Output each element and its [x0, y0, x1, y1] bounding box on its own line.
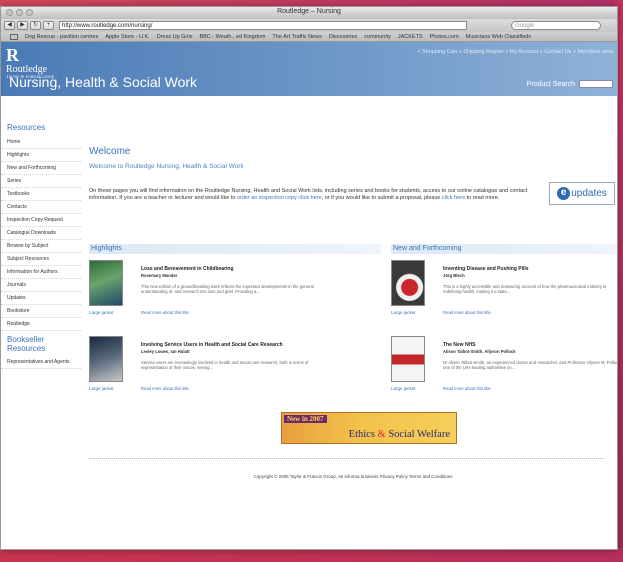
book-description: This is a highly accessible and reassuri… — [443, 284, 607, 294]
bookmark-item[interactable]: Dress Up Girls — [157, 34, 193, 40]
sidebar-item[interactable]: Routledge — [1, 318, 81, 331]
book-author: Lesley Lowes, Ian Hulatt — [141, 349, 190, 354]
inspection-copy-link[interactable]: order an inspection copy click here — [237, 195, 322, 201]
sidebar-heading: Resources — [7, 123, 46, 132]
book-cover-image[interactable] — [391, 336, 425, 382]
bookmark-item[interactable]: community — [364, 34, 391, 40]
main-content: Welcome Welcome to Routledge Nursing, He… — [89, 110, 617, 549]
bookmark-item[interactable]: BBC - Weath.. ed Kingdom — [199, 34, 265, 40]
product-search-label: Product Search — [526, 80, 575, 88]
book-title[interactable]: Inventing Disease and Pushing Pills — [443, 266, 529, 272]
large-jacket-link[interactable]: Large jacket — [391, 386, 416, 391]
book-description: This new edition of a groundbreaking wor… — [141, 284, 314, 294]
sidebar-item[interactable]: Journals — [1, 279, 81, 292]
sidebar-item[interactable]: Information for Authors — [1, 266, 81, 279]
sidebar-item[interactable]: Inspection Copy Request — [1, 214, 81, 227]
sidebar-item[interactable]: Highlights — [1, 149, 81, 162]
sidebar: Resources Home Highlights New and Forthc… — [1, 110, 81, 549]
browser-toolbar: ◀ ▶ ↻ + http://www.routledge.com/nursing… — [1, 19, 617, 32]
sidebar-item[interactable]: Updates — [1, 292, 81, 305]
reload-icon[interactable]: ↻ — [30, 21, 41, 30]
eupdates-button[interactable]: e updates — [549, 182, 615, 205]
bookmarks-bar: Dog Rescue - pavilion centres Apple Stor… — [1, 32, 617, 42]
sidebar-heading-bookseller: Bookseller Resources — [7, 335, 46, 353]
read-more-link[interactable]: Read more about this title — [443, 310, 491, 315]
book-author: Jörg Blech — [443, 273, 465, 278]
bookmark-item[interactable]: Musicians Web Classifieds — [466, 34, 531, 40]
read-more-link[interactable]: Read more about this title — [443, 386, 491, 391]
read-more-link[interactable]: Read more about this title — [141, 386, 189, 391]
book-cover-image[interactable] — [89, 336, 123, 382]
sidebar-item[interactable]: Contacts — [1, 201, 81, 214]
new-forthcoming-book: Large jacket The New NHS Alison Talbot-S… — [391, 336, 618, 396]
sidebar-item[interactable]: New and Forthcoming — [1, 162, 81, 175]
sidebar-item[interactable]: Subject Resources — [1, 253, 81, 266]
back-icon[interactable]: ◀ — [4, 21, 15, 30]
highlight-book: Large jacket Involving Service Users in … — [89, 336, 379, 396]
book-author: Rosemary Mander — [141, 273, 178, 278]
sidebar-item[interactable]: Browse by Subject — [1, 240, 81, 253]
book-title[interactable]: Loss and Bereavement in Childbearing — [141, 266, 234, 272]
book-cover-image[interactable] — [89, 260, 123, 306]
bookmarks-book-icon[interactable] — [10, 33, 18, 40]
proposal-link[interactable]: click here — [442, 195, 465, 201]
routledge-r-icon: R — [6, 45, 19, 65]
new-forthcoming-book: Large jacket Inventing Disease and Pushi… — [391, 260, 617, 320]
title-bar[interactable]: Routledge – Nursing — [1, 7, 617, 19]
large-jacket-link[interactable]: Large jacket — [89, 310, 114, 315]
large-jacket-link[interactable]: Large jacket — [391, 310, 416, 315]
book-author: Alison Talbot-Smith, Allyson Pollock — [443, 349, 516, 354]
new-in-2007-tag: New in 2007 — [284, 415, 327, 423]
book-description: Service users are increasingly involved … — [141, 360, 309, 370]
product-search: Product Search — [527, 80, 613, 88]
forward-icon[interactable]: ▶ — [17, 21, 28, 30]
browser-window: Routledge – Nursing ◀ ▶ ↻ + http://www.r… — [0, 6, 618, 550]
bookmark-item[interactable]: Discoveries — [329, 34, 357, 40]
sidebar-item[interactable]: Bookstore — [1, 305, 81, 318]
bookmark-item[interactable]: Apple Store - U.K. — [105, 34, 149, 40]
site-title: Nursing, Health & Social Work — [9, 74, 198, 90]
window-title: Routledge – Nursing — [277, 8, 341, 15]
footer[interactable]: Copyright © 2005 Taylor & Francis Group,… — [89, 474, 617, 479]
book-cover-image[interactable] — [391, 260, 425, 306]
bookmark-item[interactable]: Dog Rescue - pavilion centres — [25, 34, 98, 40]
eupdates-e-icon: e — [557, 187, 571, 200]
top-navigation[interactable]: » Shopping Cart » Shipping Region » My A… — [417, 49, 613, 55]
book-title[interactable]: Involving Service Users in Health and So… — [141, 342, 283, 348]
page-title: Welcome — [89, 146, 131, 157]
sidebar-item[interactable]: Series — [1, 175, 81, 188]
book-description: Dr Alison Talbot-Smith, an experienced d… — [443, 360, 618, 370]
product-search-input[interactable] — [579, 80, 613, 88]
banner-text: Ethics & Social Welfare — [348, 429, 450, 440]
google-search-input[interactable]: Google — [511, 21, 601, 30]
sidebar-item[interactable]: Representatives and Agents — [1, 356, 81, 369]
ethics-social-welfare-banner[interactable]: New in 2007 Ethics & Social Welfare — [281, 412, 457, 444]
bookmark-item[interactable]: The Art Traffic News — [272, 34, 321, 40]
sidebar-item[interactable]: Home — [1, 136, 81, 149]
large-jacket-link[interactable]: Large jacket — [89, 386, 114, 391]
book-title[interactable]: The New NHS — [443, 342, 476, 348]
sidebar-item[interactable]: Textbooks — [1, 188, 81, 201]
desktop-background-bottom — [0, 548, 623, 562]
bookmark-item[interactable]: Photos.com — [430, 34, 459, 40]
bookmark-item[interactable]: JACKETS — [398, 34, 423, 40]
sidebar-item[interactable]: Catalogue Downloads — [1, 227, 81, 240]
footer-divider — [89, 458, 605, 459]
new-forthcoming-header: New and Forthcoming — [391, 244, 617, 254]
add-bookmark-icon[interactable]: + — [43, 21, 54, 30]
address-bar[interactable]: http://www.routledge.com/nursing/ — [59, 21, 467, 30]
page-subtitle: Welcome to Routledge Nursing, Health & S… — [89, 163, 244, 170]
site-header: R Routledge Taylor & Francis Group Nursi… — [1, 42, 617, 96]
highlight-book: Large jacket Loss and Bereavement in Chi… — [89, 260, 379, 320]
read-more-link[interactable]: Read more about this title — [141, 310, 189, 315]
highlights-header: Highlights — [89, 244, 381, 254]
intro-text: On these pages you will find information… — [89, 188, 528, 201]
